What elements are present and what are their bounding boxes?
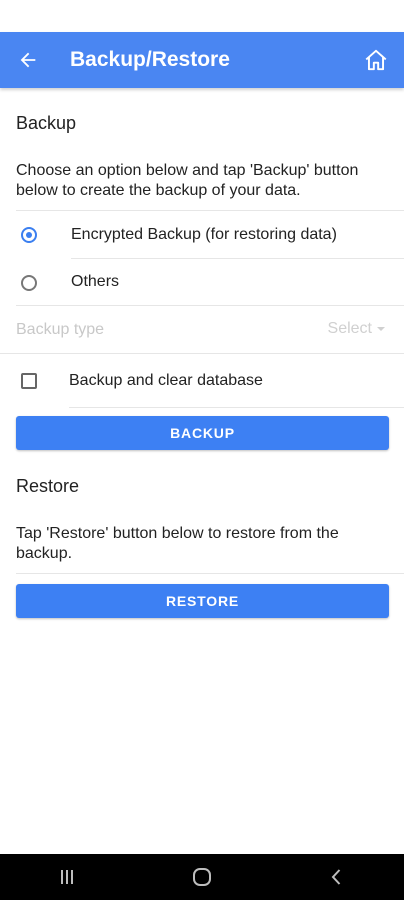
- option-label: Others: [71, 273, 120, 290]
- clear-database-checkbox[interactable]: [21, 373, 37, 389]
- divider: [16, 210, 404, 211]
- backup-section-title: Backup: [16, 113, 77, 133]
- option-label: Encrypted Backup (for restoring data): [71, 226, 337, 243]
- backup-type-label: Backup type: [16, 321, 105, 338]
- divider: [16, 573, 404, 574]
- select-value-text: Select: [327, 320, 372, 337]
- recent-apps-icon: [61, 870, 74, 884]
- arrow-left-icon: [20, 52, 36, 68]
- restore-button[interactable]: RESTORE: [16, 584, 389, 618]
- clear-database-label: Backup and clear database: [69, 372, 263, 389]
- back-button[interactable]: [0, 32, 56, 88]
- back-nav-icon: [331, 869, 340, 885]
- option-encrypted-backup[interactable]: Encrypted Backup (for restoring data): [0, 212, 404, 258]
- backup-button[interactable]: BACKUP: [16, 416, 389, 450]
- backup-description: Choose an option below and tap 'Backup' …: [16, 162, 359, 199]
- restore-description: Tap 'Restore' button below to restore fr…: [16, 525, 339, 562]
- radio-encrypted-backup[interactable]: [21, 227, 37, 243]
- chevron-down-icon: [377, 327, 385, 331]
- clear-database-row[interactable]: Backup and clear database: [0, 356, 404, 406]
- divider: [69, 407, 404, 408]
- home-nav-button[interactable]: [172, 854, 232, 900]
- backup-type-select[interactable]: Backup type Select: [0, 306, 404, 353]
- home-button[interactable]: [348, 32, 404, 88]
- home-nav-icon: [192, 868, 211, 886]
- radio-others[interactable]: [21, 275, 37, 291]
- system-nav-bar: [0, 854, 404, 900]
- option-others[interactable]: Others: [0, 259, 404, 305]
- restore-section-title: Restore: [16, 476, 80, 496]
- app-bar: Backup/Restore: [0, 32, 404, 88]
- recent-apps-button[interactable]: [37, 854, 97, 900]
- status-bar: [0, 0, 404, 32]
- page-title: Backup/Restore: [70, 48, 230, 71]
- divider: [0, 353, 404, 354]
- back-nav-button[interactable]: [307, 854, 367, 900]
- backup-type-value[interactable]: Select: [328, 320, 386, 338]
- home-icon: [365, 49, 387, 71]
